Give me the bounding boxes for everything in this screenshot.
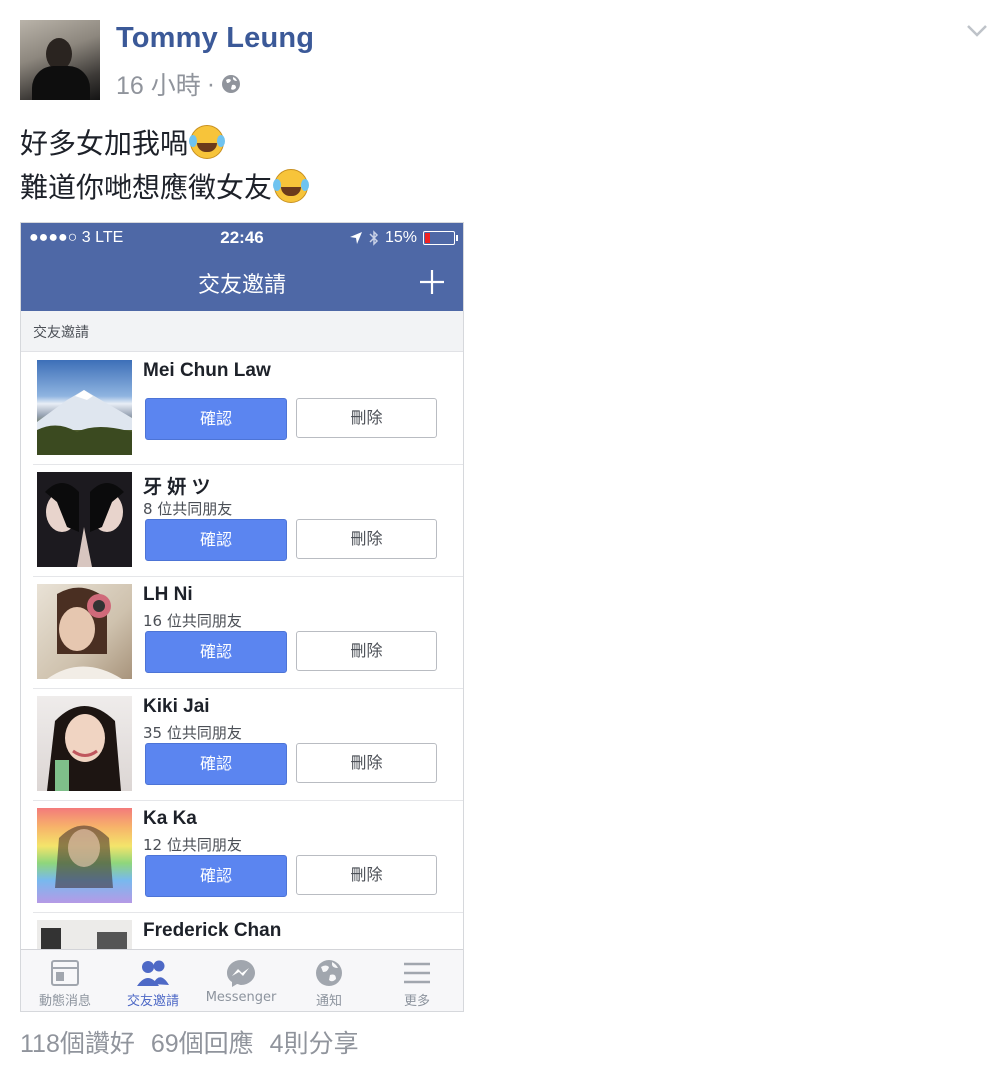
post-meta: 16 小時 · bbox=[116, 66, 241, 102]
battery-icon bbox=[423, 231, 458, 245]
friends-icon bbox=[137, 960, 169, 986]
friend-request-row: Mei Chun Law 確認 刪除 bbox=[33, 352, 463, 465]
tab-label: 通知 bbox=[315, 994, 342, 1009]
author-avatar[interactable] bbox=[20, 20, 100, 100]
tab-more[interactable]: 更多 bbox=[373, 950, 461, 1011]
request-profile-photo[interactable] bbox=[37, 696, 132, 791]
tab-label: 更多 bbox=[403, 994, 430, 1009]
delete-button[interactable]: 刪除 bbox=[296, 398, 437, 438]
request-name[interactable]: LH Ni bbox=[143, 584, 193, 606]
confirm-button[interactable]: 確認 bbox=[145, 743, 287, 785]
request-profile-photo[interactable] bbox=[37, 472, 132, 567]
post-text-line: 難道你哋想應徵女友 bbox=[20, 166, 309, 210]
section-header-label: 交友邀請 bbox=[33, 325, 89, 341]
delete-button[interactable]: 刪除 bbox=[296, 855, 437, 895]
add-friend-plus-icon[interactable] bbox=[419, 269, 445, 295]
request-name[interactable]: Mei Chun Law bbox=[143, 360, 271, 382]
meta-separator: · bbox=[206, 69, 216, 98]
post-text: 好多女加我喎 難道你哋想應徵女友 bbox=[20, 122, 309, 210]
globe-icon bbox=[222, 75, 241, 93]
request-profile-photo[interactable] bbox=[37, 360, 132, 455]
tab-bar: 動態消息 交友邀請 Messenger 通知 更多 bbox=[21, 949, 463, 1011]
request-name[interactable]: Ka Ka bbox=[143, 808, 197, 830]
messenger-icon bbox=[227, 960, 255, 987]
portrait-photo bbox=[47, 706, 121, 791]
mutual-friends: 16 位共同朋友 bbox=[143, 612, 242, 630]
bluetooth-icon bbox=[369, 230, 379, 246]
delete-button[interactable]: 刪除 bbox=[296, 631, 437, 671]
friend-request-row: LH Ni 16 位共同朋友 確認 刪除 bbox=[33, 576, 463, 689]
tab-messenger[interactable]: Messenger bbox=[197, 950, 285, 1011]
status-bar: ●●●●○ 3 LTE 22:46 15% bbox=[21, 223, 463, 253]
mirrored-portrait-photo bbox=[45, 483, 124, 567]
tab-label: Messenger bbox=[205, 990, 277, 1005]
menu-icon bbox=[404, 962, 430, 984]
request-name[interactable]: Frederick Chan bbox=[143, 920, 281, 942]
battery-percent: 15% bbox=[384, 229, 417, 246]
phone-screenshot: ●●●●○ 3 LTE 22:46 15% 交友邀請 交友邀請 Mei Chun… bbox=[20, 222, 464, 1012]
request-name[interactable]: 牙 妍 ツ bbox=[143, 472, 211, 499]
avatar-torso bbox=[32, 66, 90, 100]
friend-request-row: 牙 妍 ツ 8 位共同朋友 確認 刪除 bbox=[33, 464, 463, 577]
mountain-photo bbox=[37, 390, 132, 455]
post-text-line: 好多女加我喎 bbox=[20, 122, 308, 166]
request-profile-photo[interactable] bbox=[37, 584, 132, 679]
shares-count[interactable]: 4則分享 bbox=[270, 1024, 359, 1060]
mutual-friends: 8 位共同朋友 bbox=[143, 500, 233, 518]
request-profile-photo[interactable] bbox=[37, 808, 132, 903]
post-text-line1: 好多女加我喎 bbox=[20, 127, 189, 160]
delete-button[interactable]: 刪除 bbox=[296, 743, 437, 783]
post-header: Tommy Leung 16 小時 · bbox=[20, 20, 988, 100]
confirm-button[interactable]: 確認 bbox=[145, 398, 287, 440]
post-time[interactable]: 16 小時 bbox=[116, 66, 201, 102]
globe-icon bbox=[316, 960, 342, 986]
tab-label: 交友邀請 bbox=[126, 994, 179, 1009]
status-right: 15% bbox=[349, 229, 458, 247]
likes-count[interactable]: 118個讚好 bbox=[20, 1024, 135, 1060]
nav-bar: 交友邀請 bbox=[21, 253, 463, 311]
comments-count[interactable]: 69個回應 bbox=[151, 1024, 254, 1060]
rainbow-portrait-photo bbox=[55, 825, 113, 888]
confirm-button[interactable]: 確認 bbox=[145, 631, 287, 673]
tab-label: 動態消息 bbox=[38, 994, 91, 1009]
post-text-line2: 難道你哋想應徵女友 bbox=[20, 171, 273, 204]
delete-button[interactable]: 刪除 bbox=[296, 519, 437, 559]
mutual-friends: 12 位共同朋友 bbox=[143, 836, 242, 854]
nav-title: 交友邀請 bbox=[197, 273, 286, 298]
request-name[interactable]: Kiki Jai bbox=[143, 696, 210, 718]
selfie-photo bbox=[47, 587, 122, 679]
post-footer: 118個讚好 69個回應 4則分享 bbox=[20, 1024, 359, 1060]
friend-request-row: Kiki Jai 35 位共同朋友 確認 刪除 bbox=[33, 688, 463, 801]
author-name[interactable]: Tommy Leung bbox=[116, 22, 314, 55]
chevron-down-icon[interactable] bbox=[966, 24, 988, 38]
confirm-button[interactable]: 確認 bbox=[145, 519, 287, 561]
friend-request-row: Ka Ka 12 位共同朋友 確認 刪除 bbox=[33, 800, 463, 913]
confirm-button[interactable]: 確認 bbox=[145, 855, 287, 897]
tears-of-joy-emoji-icon bbox=[189, 125, 225, 159]
tab-friend-requests[interactable]: 交友邀請 bbox=[109, 950, 197, 1011]
tears-of-joy-emoji-icon bbox=[273, 169, 309, 203]
tab-notifications[interactable]: 通知 bbox=[285, 950, 373, 1011]
news-feed-icon bbox=[51, 960, 79, 986]
section-header: 交友邀請 bbox=[21, 311, 463, 352]
location-arrow-icon bbox=[349, 232, 362, 244]
tab-news-feed[interactable]: 動態消息 bbox=[21, 950, 109, 1011]
mutual-friends: 35 位共同朋友 bbox=[143, 724, 242, 742]
